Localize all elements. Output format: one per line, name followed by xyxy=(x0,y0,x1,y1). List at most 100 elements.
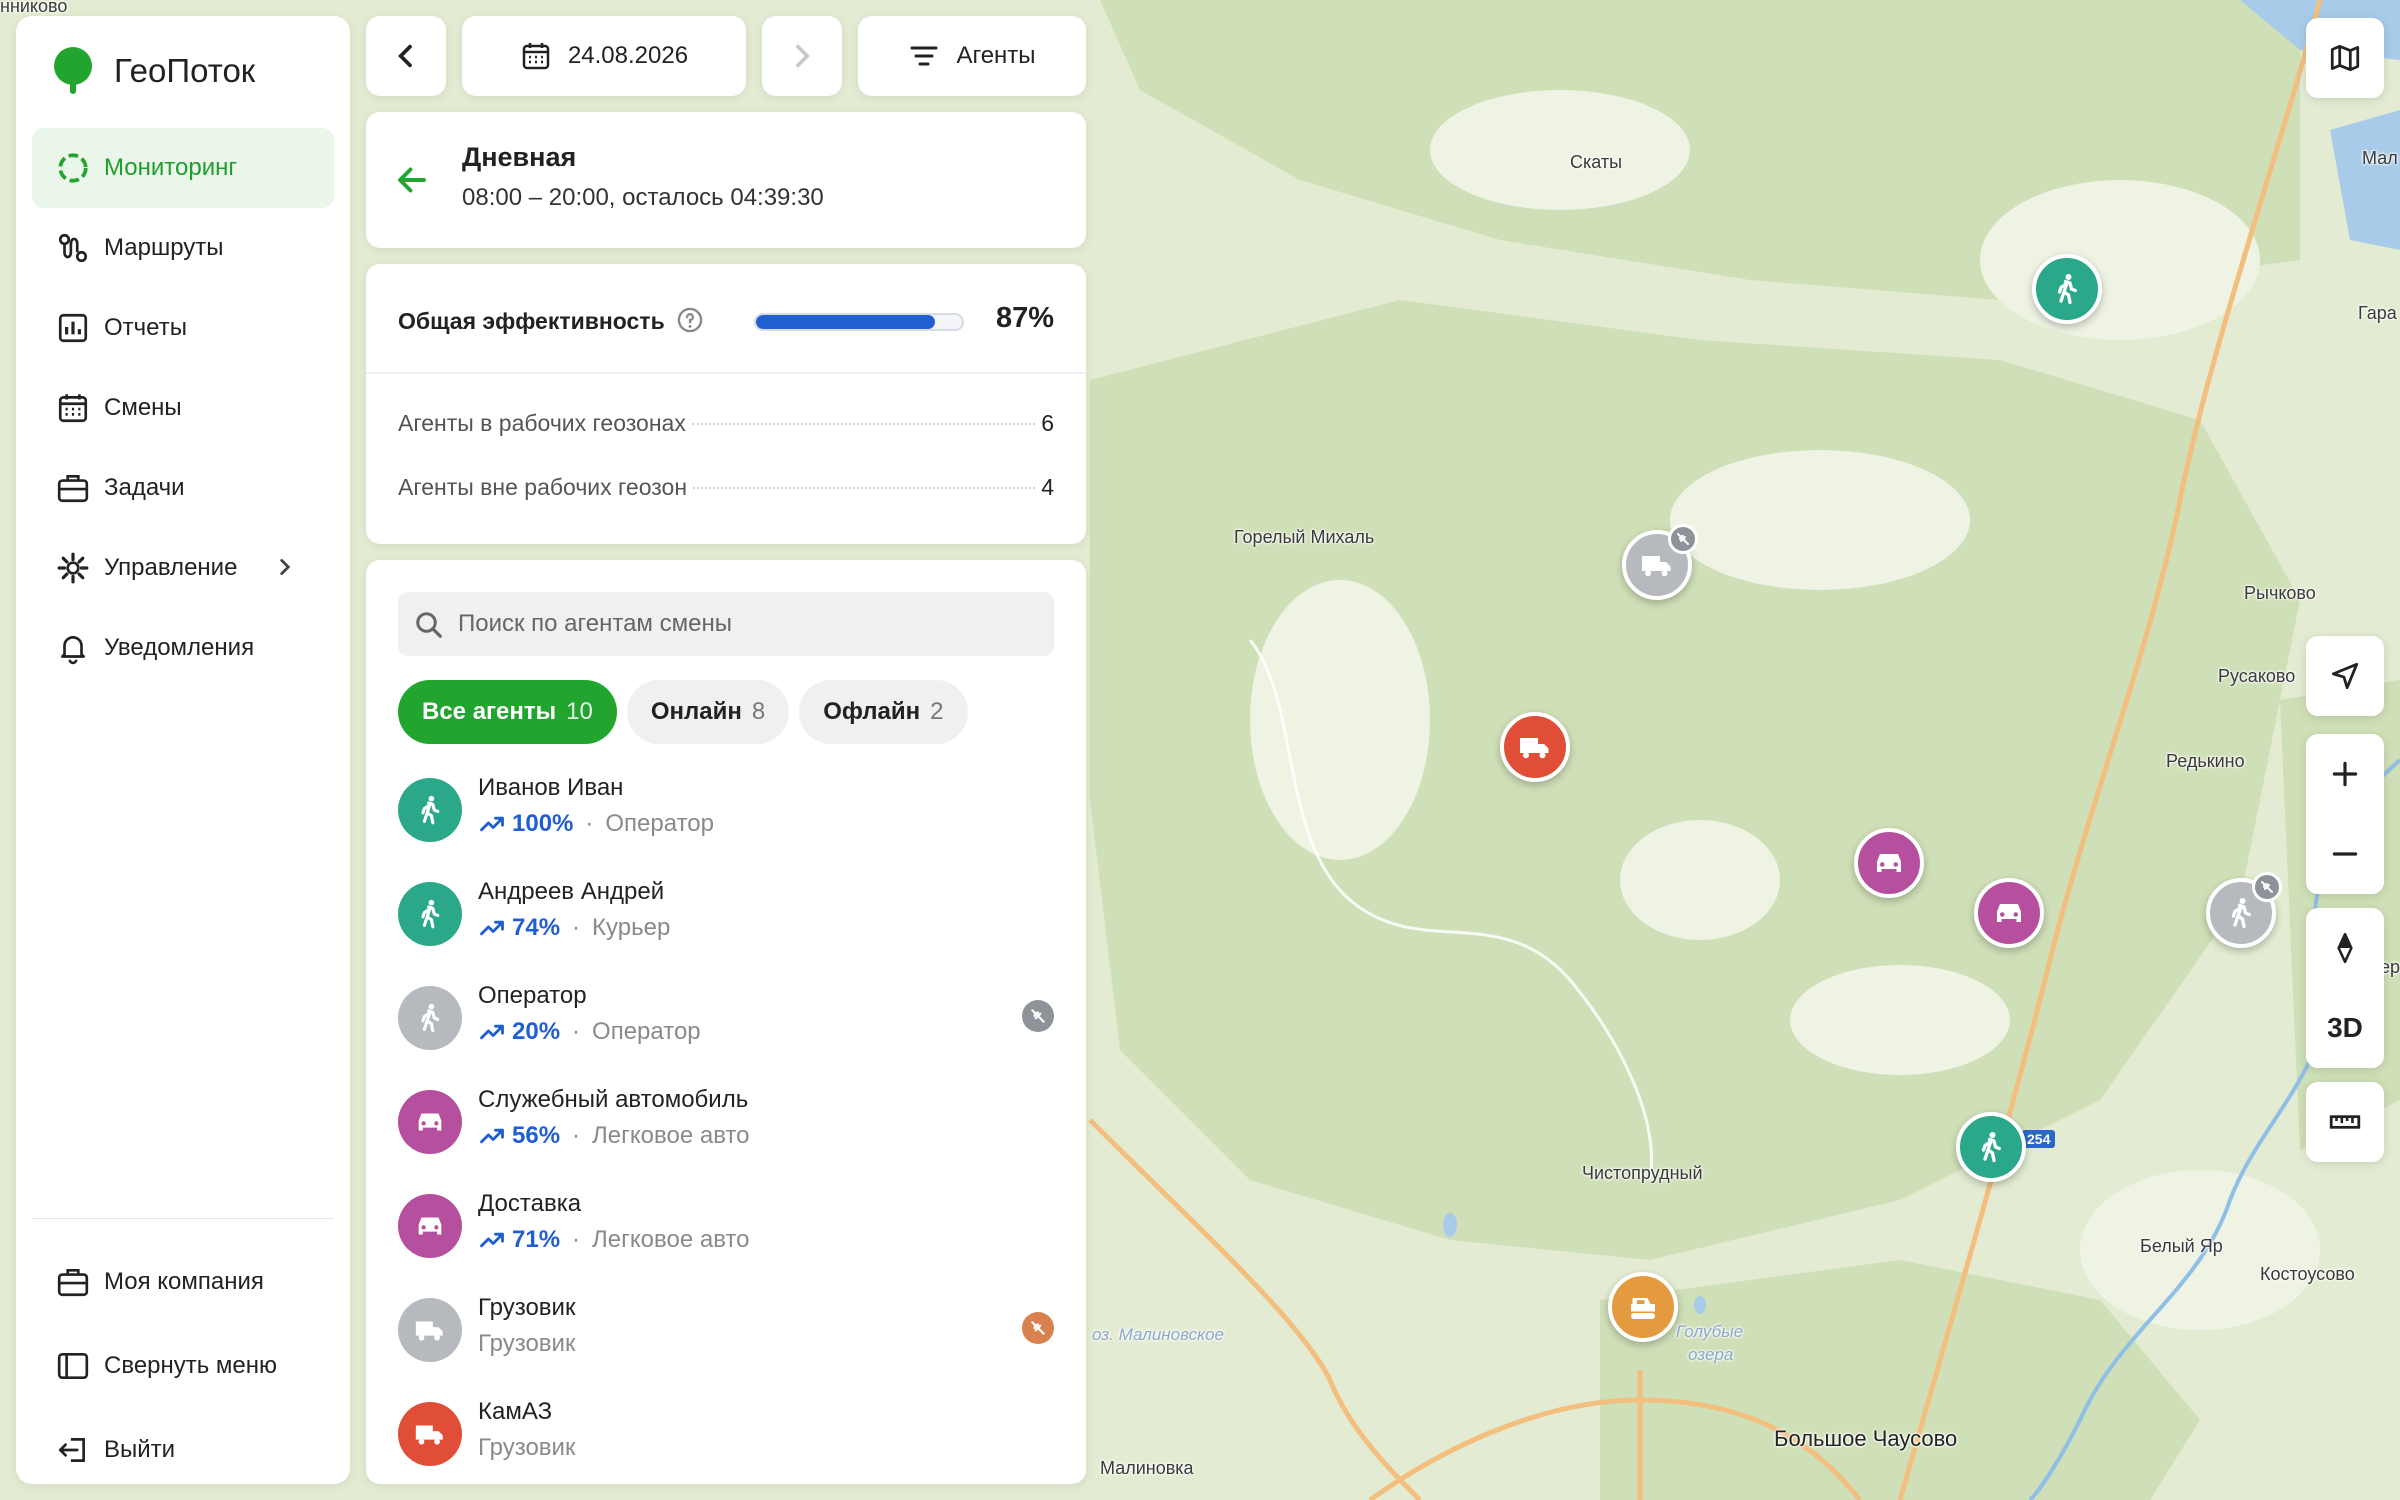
agent-efficiency: 71% xyxy=(512,1226,561,1253)
prev-date-button[interactable] xyxy=(366,16,446,96)
compass-icon xyxy=(2337,932,2353,964)
trend-up-icon xyxy=(480,920,504,936)
map-label-water: Голубые xyxy=(1676,1322,1744,1341)
nav-item-label: Уведомления xyxy=(104,634,255,661)
walker-icon xyxy=(2057,274,2077,305)
map-label: Малиновка xyxy=(1100,1458,1194,1478)
agent-list-item[interactable]: Служебный автомобиль 56% · Легковое авто xyxy=(398,1076,1054,1180)
nav-item-collapse-menu[interactable]: Свернуть меню xyxy=(32,1324,334,1408)
stat-label: Агенты в рабочих геозонах xyxy=(398,410,686,436)
search-icon xyxy=(416,612,442,638)
agent-meta: 74% · Курьер xyxy=(478,914,670,942)
nav-item-notifications[interactable]: Уведомления xyxy=(32,608,334,688)
nav-item-management[interactable]: Управление xyxy=(32,528,334,608)
map-marker-walker[interactable] xyxy=(2206,872,2282,948)
truck-icon xyxy=(415,1321,443,1341)
help-icon[interactable] xyxy=(676,306,704,334)
map-label: Рычково xyxy=(2244,583,2316,603)
date-value: 24.08.2026 xyxy=(567,42,689,69)
calendar-icon xyxy=(522,43,550,70)
map-label: Мал xyxy=(2362,148,2398,168)
nav-item-shifts[interactable]: Смены xyxy=(32,368,334,448)
agent-efficiency: 74% xyxy=(512,914,561,941)
agent-list-item[interactable]: КамАЗ Грузовик xyxy=(398,1388,1054,1484)
agent-search-input[interactable]: Поиск по агентам смены xyxy=(398,592,1054,656)
sidebar: ГеоПоток Мониторинг Маршруты Отчеты Смен… xyxy=(16,16,350,1484)
agent-avatar xyxy=(398,1194,462,1258)
agent-list-item[interactable]: Доставка 71% · Легковое авто xyxy=(398,1180,1054,1284)
agent-avatar xyxy=(398,882,462,946)
truck-icon xyxy=(415,1425,443,1445)
agent-meta: 71% · Легковое авто xyxy=(478,1226,750,1254)
date-picker-button[interactable]: 24.08.2026 xyxy=(462,16,746,96)
ruler-button[interactable] xyxy=(2306,1082,2384,1162)
nav-item-reports[interactable]: Отчеты xyxy=(32,288,334,368)
agent-meta: 56% · Легковое авто xyxy=(478,1122,750,1150)
map-marker-truck[interactable] xyxy=(1500,712,1570,782)
orientation-controls: 3D xyxy=(2306,908,2384,1068)
map-layers-button[interactable] xyxy=(2306,18,2384,98)
zoom-out-button[interactable] xyxy=(2306,814,2384,894)
map-label-water: оз. Малиновское xyxy=(1092,1325,1225,1344)
agent-role: Оператор xyxy=(592,1018,701,1045)
brand[interactable]: ГеоПоток xyxy=(50,46,255,96)
filter-online[interactable]: Онлайн 8 xyxy=(626,680,790,744)
filter-offline[interactable]: Офлайн 2 xyxy=(799,680,968,744)
trend-up-icon xyxy=(480,1128,504,1144)
agent-list-item[interactable]: Оператор 20% · Оператор xyxy=(398,972,1054,1076)
zoom-controls xyxy=(2306,734,2384,894)
agent-name: Грузовик xyxy=(478,1294,576,1321)
nav-item-label: Свернуть меню xyxy=(104,1352,278,1379)
nav-item-my-company[interactable]: Моя компания xyxy=(32,1240,334,1324)
zoom-in-button[interactable] xyxy=(2306,734,2384,814)
no-signal-status-icon xyxy=(1022,1312,1054,1344)
filter-label: Онлайн xyxy=(650,698,742,725)
routes-icon xyxy=(58,233,88,263)
stat-row-in-geozones: Агенты в рабочих геозонах 6 xyxy=(398,410,1054,437)
nav-item-logout[interactable]: Выйти xyxy=(32,1408,334,1492)
trend-up-icon xyxy=(480,1024,504,1040)
map-label-water: озера xyxy=(1688,1345,1734,1364)
nav-item-tasks[interactable]: Задачи xyxy=(32,448,334,528)
map-canvas[interactable] xyxy=(0,0,2400,1500)
map-label: Скаты xyxy=(1570,152,1623,172)
efficiency-progress-fill xyxy=(756,315,936,329)
next-date-button[interactable] xyxy=(762,16,842,96)
nav-item-routes[interactable]: Маршруты xyxy=(32,208,334,288)
map-marker-car[interactable] xyxy=(1854,828,1924,898)
tractor-icon xyxy=(1631,1298,1655,1319)
calendar-icon xyxy=(58,394,88,423)
agent-name: Андреев Андрей xyxy=(478,878,665,905)
map-label: Горелый Михаль xyxy=(1234,527,1375,547)
company-icon xyxy=(57,1268,89,1297)
agent-list-item[interactable]: Грузовик Грузовик xyxy=(398,1284,1054,1388)
agent-avatar xyxy=(398,778,462,842)
efficiency-card: Общая эффективность 87% Агенты в рабочих… xyxy=(366,264,1086,544)
map-marker-truck[interactable] xyxy=(1622,524,1698,600)
map-label: Белый Яр xyxy=(2140,1236,2223,1256)
filter-label: Все агенты xyxy=(422,698,557,725)
my-location-button[interactable] xyxy=(2306,636,2384,716)
agent-filter-tabs: Все агенты 10 Онлайн 8 Офлайн 2 xyxy=(398,680,968,744)
road-number-badge: 254 xyxy=(2022,1130,2056,1148)
agents-card: Поиск по агентам смены Все агенты 10 Онл… xyxy=(366,560,1086,1484)
agent-meta: 100% · Оператор xyxy=(478,810,714,838)
back-arrow-icon[interactable] xyxy=(394,162,430,198)
plus-icon xyxy=(2332,761,2358,787)
agent-list-item[interactable]: Андреев Андрей 74% · Курьер xyxy=(398,868,1054,972)
agent-efficiency: 100% xyxy=(512,810,574,837)
agent-role: Грузовик xyxy=(478,1434,576,1461)
filter-all-agents[interactable]: Все агенты 10 xyxy=(398,680,617,744)
compass-button[interactable] xyxy=(2306,908,2384,988)
filter-label: Офлайн xyxy=(823,698,921,725)
walker-icon xyxy=(2231,898,2251,929)
nav-item-monitoring[interactable]: Мониторинг xyxy=(32,128,334,208)
agents-filter-button[interactable]: Агенты xyxy=(858,16,1086,96)
agent-list-item[interactable]: Иванов Иван 100% · Оператор xyxy=(398,764,1054,868)
map-marker-tractor[interactable] xyxy=(1608,1272,1678,1342)
map-marker-walker[interactable] xyxy=(1956,1112,2026,1182)
agent-name: Иванов Иван xyxy=(478,774,624,801)
toggle-3d-button[interactable]: 3D xyxy=(2306,988,2384,1068)
map-marker-car[interactable] xyxy=(1974,878,2044,948)
map-marker-walker[interactable] xyxy=(2032,254,2102,324)
